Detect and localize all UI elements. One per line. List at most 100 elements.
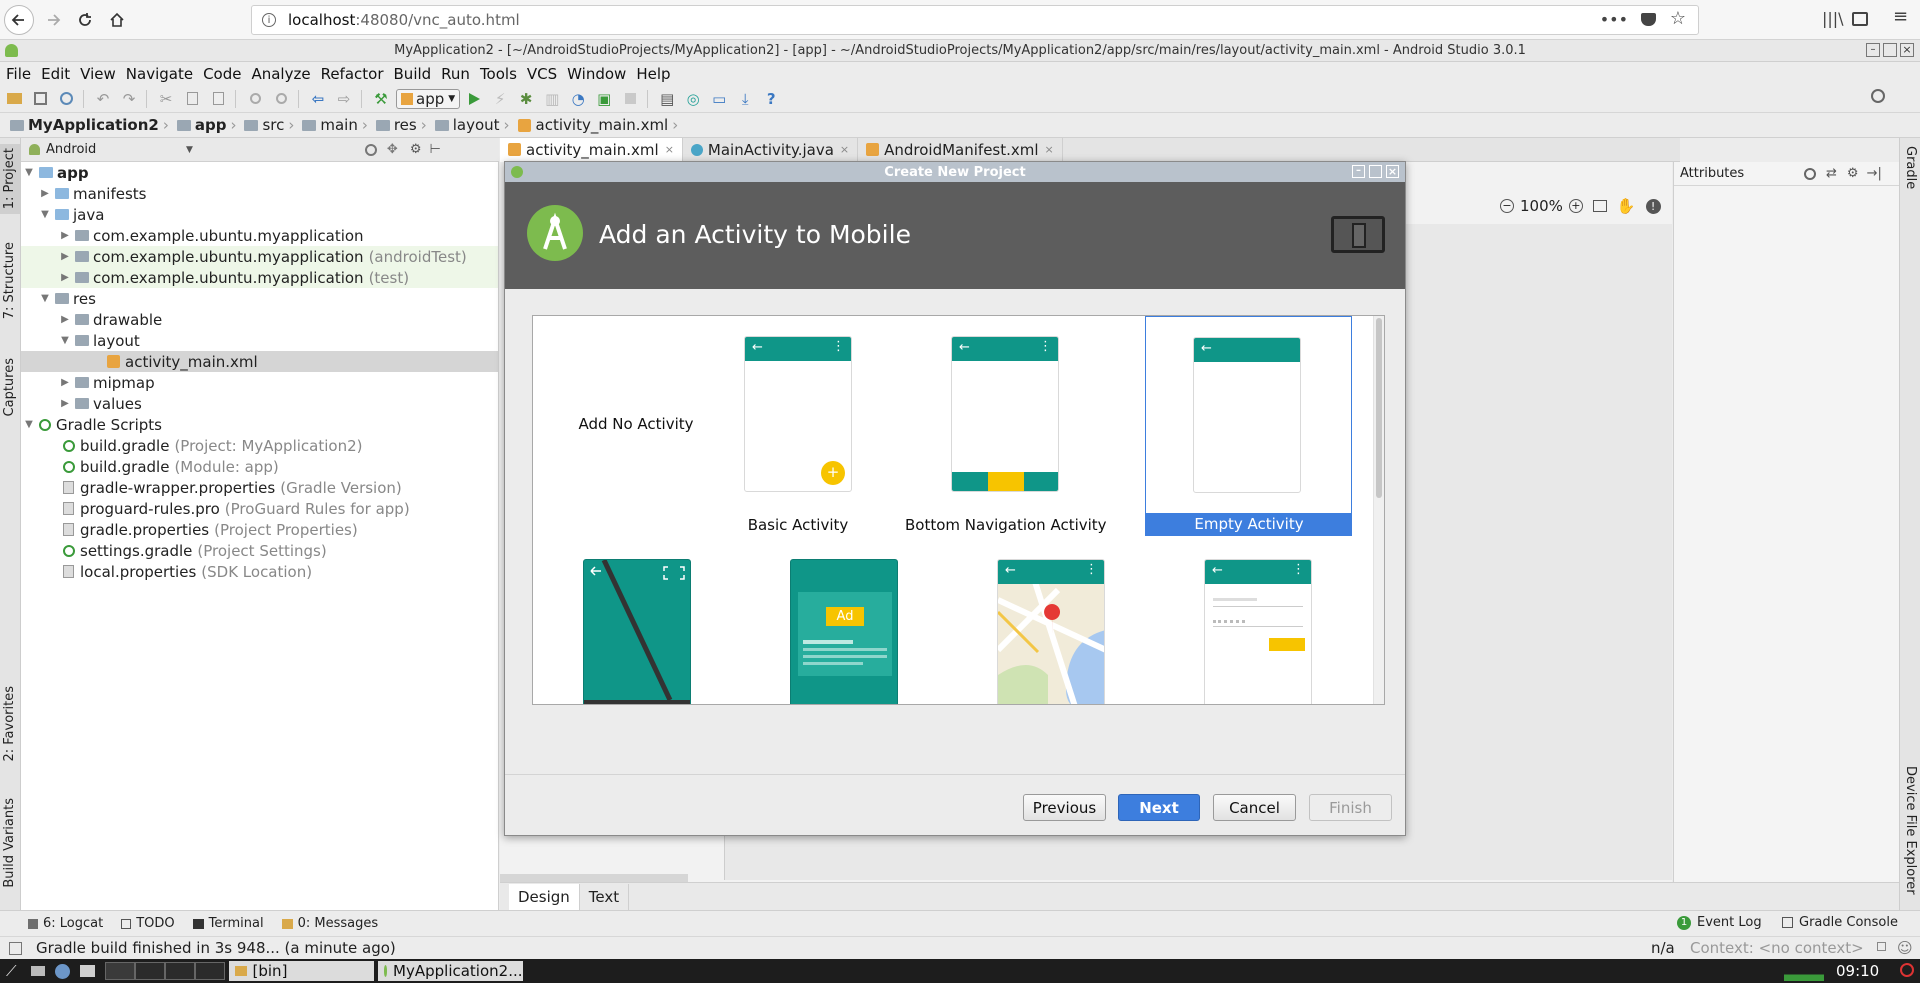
template-fullscreen-activity[interactable] (583, 559, 693, 704)
collapse-arrow-icon[interactable]: ▶ (59, 398, 71, 409)
close-window-icon[interactable]: × (1900, 43, 1914, 57)
menu-icon[interactable]: ≡ (1893, 6, 1908, 27)
menu-navigate[interactable]: Navigate (126, 65, 193, 83)
project-structure-icon[interactable]: ▭ (707, 87, 731, 111)
gear-icon[interactable]: ⚙ (410, 142, 422, 157)
template-login-activity[interactable]: ← ⋮ (1204, 559, 1314, 704)
search-icon[interactable] (1804, 167, 1816, 180)
profile-icon[interactable]: ▥ (540, 87, 564, 111)
tree-node-package-test[interactable]: ▶ com.example.ubuntu.myapplication (test) (21, 267, 498, 288)
menu-code[interactable]: Code (203, 65, 241, 83)
apply-changes-icon[interactable]: ⚡ (488, 87, 512, 111)
make-project-icon[interactable]: ⚒ (369, 87, 393, 111)
next-button[interactable]: Next (1118, 794, 1200, 821)
breadcrumb-layout[interactable]: layout › (433, 116, 514, 134)
project-view-select[interactable]: Android (46, 142, 186, 157)
inspector-icon[interactable]: ☺ (1897, 939, 1913, 957)
navigate-forward-icon[interactable]: ⇨ (332, 87, 356, 111)
dialog-minimize-icon[interactable]: – (1352, 165, 1365, 178)
gear-icon[interactable]: ⚙ (1847, 166, 1859, 181)
tree-node-activity-main[interactable]: activity_main.xml (21, 351, 498, 372)
gradle-tool-button[interactable]: Gradle (1903, 146, 1918, 189)
previous-button[interactable]: Previous (1023, 794, 1106, 821)
collapse-arrow-icon[interactable]: ▶ (59, 272, 71, 283)
zoom-out-icon[interactable]: − (1500, 199, 1514, 213)
minimize-window-icon[interactable]: – (1866, 43, 1880, 57)
help-icon[interactable]: ? (759, 87, 783, 111)
info-icon[interactable]: i (262, 13, 276, 27)
tree-node-build-gradle-project[interactable]: build.gradle (Project: MyApplication2) (21, 435, 498, 456)
workspace-2[interactable] (134, 962, 165, 980)
save-icon[interactable] (28, 87, 52, 111)
debug-icon[interactable]: ✱ (514, 87, 538, 111)
event-log-button[interactable]: 1 Event Log (1677, 915, 1762, 930)
sdk-manager-icon[interactable]: ⤓ (733, 87, 757, 111)
stop-icon[interactable] (618, 87, 642, 111)
dialog-close-icon[interactable]: × (1386, 165, 1399, 178)
horizontal-scrollbar[interactable] (500, 874, 688, 882)
sidebar-icon[interactable] (1852, 12, 1868, 26)
sync-icon[interactable] (54, 87, 78, 111)
collapse-arrow-icon[interactable]: ▶ (39, 188, 51, 199)
expand-arrow-icon[interactable]: ▼ (39, 209, 51, 220)
forward-icon[interactable] (38, 5, 68, 35)
browser-icon[interactable] (54, 963, 70, 979)
run-config-select[interactable]: app ▼ (396, 88, 461, 109)
status-toggle-icon[interactable] (9, 941, 22, 955)
tree-node-package-androidtest[interactable]: ▶ com.example.ubuntu.myapplication (androi… (21, 246, 498, 267)
tree-node-mipmap[interactable]: ▶ mipmap (21, 372, 498, 393)
search-everywhere-icon[interactable] (1871, 89, 1885, 103)
breadcrumb-res[interactable]: res › (374, 116, 431, 134)
tree-node-gradle-properties[interactable]: gradle.properties (Project Properties) (21, 519, 498, 540)
workspace-1[interactable] (104, 962, 135, 980)
tab-android-manifest[interactable]: AndroidManifest.xml × (858, 137, 1063, 162)
breadcrumb-main[interactable]: main › (300, 116, 371, 134)
reload-icon[interactable] (70, 5, 100, 35)
template-bottom-navigation-activity[interactable]: ← ⋮ Bottom Navigation Activity (905, 316, 1107, 534)
device-file-explorer-button[interactable]: Device File Explorer (1903, 766, 1918, 895)
tab-activity-main[interactable]: activity_main.xml × (500, 137, 683, 162)
expand-arrow-icon[interactable]: ▼ (23, 167, 35, 178)
captures-tool-button[interactable]: Captures (2, 358, 17, 416)
hide-panel-icon[interactable]: →| (1867, 166, 1882, 181)
collapse-arrow-icon[interactable]: ▶ (59, 377, 71, 388)
expand-arrow-icon[interactable]: ▼ (59, 335, 71, 346)
menu-help[interactable]: Help (636, 65, 670, 83)
tree-node-gradle-wrapper[interactable]: gradle-wrapper.properties (Gradle Version… (21, 477, 498, 498)
home-icon[interactable] (102, 5, 132, 35)
tree-node-build-gradle-module[interactable]: build.gradle (Module: app) (21, 456, 498, 477)
finish-button[interactable]: Finish (1309, 794, 1392, 821)
pocket-icon[interactable] (1641, 13, 1656, 26)
copy-icon[interactable] (180, 87, 204, 111)
page-actions-icon[interactable]: ••• (1600, 10, 1628, 29)
tree-node-drawable[interactable]: ▶ drawable (21, 309, 498, 330)
url-bar[interactable]: i localhost:48080/vnc_auto.html ••• ☆ (251, 5, 1699, 35)
taskbar-item-bin[interactable]: [bin] (228, 961, 374, 981)
bookmark-star-icon[interactable]: ☆ (1670, 8, 1686, 29)
tree-node-proguard[interactable]: proguard-rules.pro (ProGuard Rules for ap… (21, 498, 498, 519)
menu-vcs[interactable]: VCS (527, 65, 557, 83)
breadcrumb-file[interactable]: activity_main.xml › (516, 116, 683, 134)
avd-manager-icon[interactable]: ▤ (655, 87, 679, 111)
workspace-3[interactable] (164, 962, 195, 980)
open-folder-icon[interactable] (2, 87, 26, 111)
breadcrumb-app[interactable]: app › (175, 116, 241, 134)
back-icon[interactable] (4, 5, 34, 35)
scroll-from-source-icon[interactable] (364, 143, 377, 156)
todo-button[interactable]: TODO (121, 916, 175, 931)
zoom-in-icon[interactable]: + (1568, 199, 1583, 213)
desktop-icon[interactable] (30, 966, 45, 976)
paste-icon[interactable] (206, 87, 230, 111)
messages-button[interactable]: 0: Messages (281, 916, 378, 931)
expand-arrow-icon[interactable]: ▼ (39, 293, 51, 304)
collapse-arrow-icon[interactable]: ▶ (59, 251, 71, 262)
redo-icon[interactable]: ↷ (117, 87, 141, 111)
tree-node-app[interactable]: ▼ app (21, 162, 498, 183)
cut-icon[interactable]: ✂ (154, 87, 178, 111)
hide-panel-icon[interactable]: ⊢ (429, 142, 440, 157)
collapse-arrow-icon[interactable]: ▶ (59, 314, 71, 325)
chevron-down-icon[interactable]: ▼ (186, 145, 193, 155)
lock-icon[interactable] (1877, 942, 1886, 951)
favorites-tool-button[interactable]: 2: Favorites (2, 686, 17, 762)
template-maps-activity[interactable]: ← ⋮ (997, 559, 1107, 704)
